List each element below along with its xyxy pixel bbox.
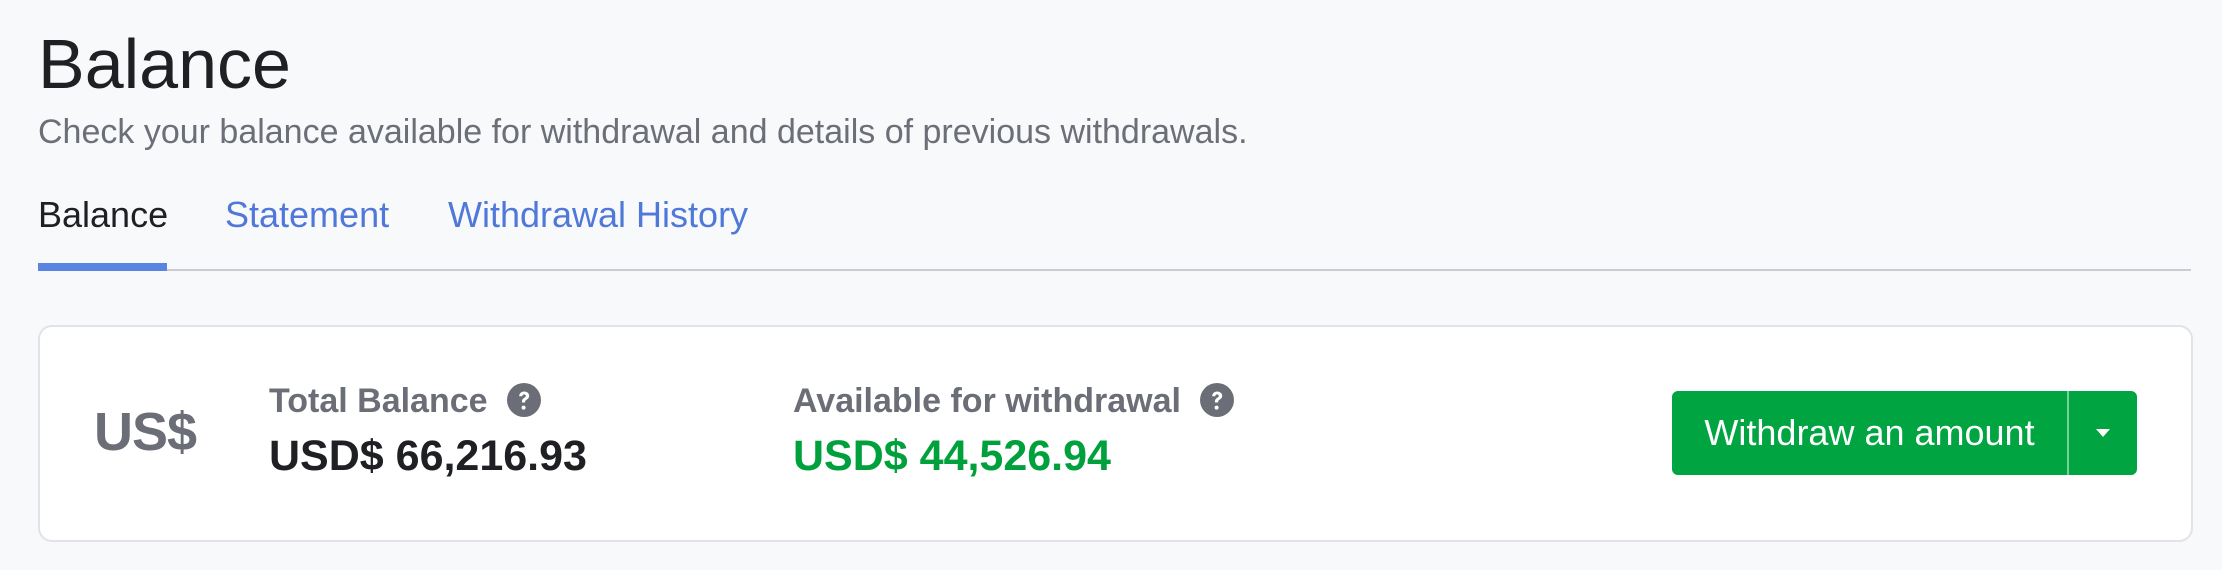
balance-card: US$ Total Balance USD$ 66,216.93 Availab… [38,325,2193,542]
active-tab-indicator [38,263,167,271]
withdraw-options-dropdown[interactable] [2069,391,2137,475]
tab-balance-label: Balance [38,194,169,235]
tab-withdrawal-history-label: Withdrawal History [448,194,749,235]
page-title: Balance [38,25,291,103]
withdraw-amount-button[interactable]: Withdraw an amount [1672,391,2067,475]
page-subtitle: Check your balance available for withdra… [38,113,1248,151]
tab-withdrawal-history[interactable]: Withdrawal History [448,185,748,269]
total-balance-label-row: Total Balance [269,380,541,422]
tab-balance[interactable]: Balance [38,185,169,271]
total-balance-label: Total Balance [269,382,488,420]
currency-label: US$ [94,402,197,462]
total-balance-value: USD$ 66,216.93 [269,432,587,480]
available-label-row: Available for withdrawal [793,380,1235,422]
withdraw-split-button: Withdraw an amount [1672,391,2137,475]
tab-statement[interactable]: Statement [225,185,389,269]
available-label: Available for withdrawal [793,382,1181,420]
available-value: USD$ 44,526.94 [793,432,1111,480]
caret-down-icon [2096,429,2110,437]
total-balance-help-icon[interactable] [507,383,541,417]
tab-statement-label: Statement [225,194,390,235]
available-help-icon[interactable] [1200,383,1235,417]
tab-bar: Balance Statement Withdrawal History [38,185,2191,271]
